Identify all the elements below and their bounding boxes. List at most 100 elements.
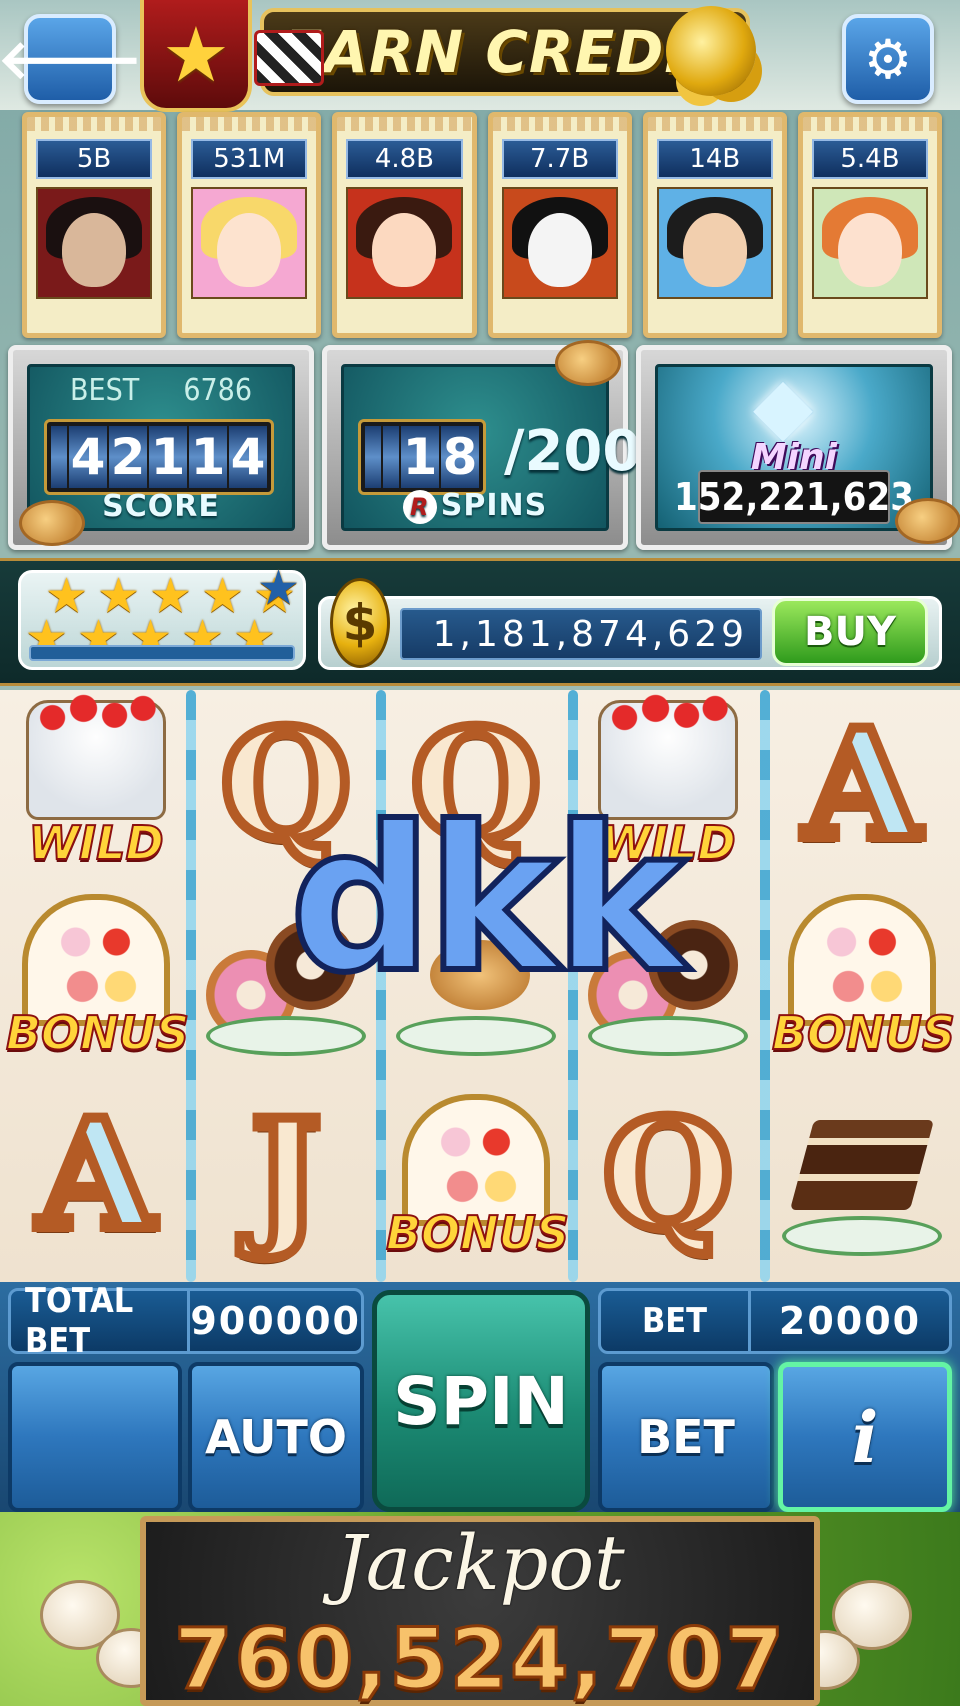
r-logo-icon: R [402, 490, 437, 524]
letter-a-symbol: A [772, 690, 952, 880]
wild-label: WILD [27, 815, 164, 871]
spins-counter: 1 8 [358, 419, 486, 495]
wild-cake-symbol: WILD [6, 690, 186, 880]
spins-label: SPINS [440, 488, 548, 523]
coin-pile-icon [666, 6, 756, 96]
score-digit: 2 [109, 426, 147, 488]
letter-a: A [33, 1082, 159, 1268]
mini-jackpot-value: 152,221,623 [674, 470, 914, 524]
settings-button[interactable]: ⚙ [842, 14, 934, 104]
bet-value: 20000 [778, 1299, 922, 1343]
player-credit: 7.7B [501, 139, 618, 179]
player-credit: 531M [191, 139, 308, 179]
blank-button[interactable] [8, 1362, 182, 1512]
player-credit: 5.4B [811, 139, 929, 179]
cake-slice-symbol [772, 1080, 952, 1270]
redhead-girl-avatar [811, 187, 929, 299]
spins-digit: 1 [401, 426, 439, 488]
jackpot-value: 760,524,707 [173, 1609, 786, 1706]
reel-divider [186, 690, 196, 1282]
player-card[interactable]: 14B [642, 112, 787, 338]
bonus-tea-stand-symbol: BONUS [5, 880, 190, 1070]
plate-icon [396, 1016, 556, 1056]
earn-credit-label: EARN CREDIT [282, 18, 728, 86]
player-card[interactable]: 531M [177, 112, 322, 338]
gear-icon: ⚙ [863, 27, 913, 91]
buy-button[interactable]: BUY [772, 598, 928, 666]
overlay-text: dkk [286, 781, 689, 1020]
diamond-icon: ◆ [753, 361, 813, 451]
plate-icon [206, 1016, 366, 1056]
jackpot-label: Jackpot [335, 1518, 625, 1607]
score-digit: 4 [69, 426, 107, 488]
spins-panel: 1 8 /200 R SPINS [322, 340, 641, 550]
auto-button[interactable]: AUTO [188, 1362, 364, 1512]
total-bet-value: 900000 [190, 1299, 361, 1343]
bet-button[interactable]: BET [598, 1362, 774, 1512]
bet-label: BET [601, 1291, 751, 1351]
cake-slice-icon [789, 1120, 935, 1210]
player-card[interactable]: 7.7B [487, 112, 632, 338]
bonus-tea-stand-symbol: BONUS [385, 1080, 570, 1270]
cookie-decoration [555, 340, 621, 386]
mini-jackpot-panel: ◆ Mini JACKPOT 152,221,623 [636, 345, 960, 550]
reel-divider [760, 690, 770, 1282]
spins-label-row: R SPINS [344, 488, 606, 524]
letter-j: J [246, 1082, 327, 1268]
spins-total: /200 [504, 419, 642, 484]
letter-q-symbol: Q [578, 1080, 758, 1270]
strawberries-icon [34, 690, 158, 736]
letter-a: A [799, 692, 925, 878]
spin-button[interactable]: SPIN [372, 1290, 590, 1512]
info-button[interactable]: i [778, 1362, 952, 1512]
player-credit: 14B [656, 139, 773, 179]
info-icon: i [851, 1395, 879, 1479]
letter-j-symbol: J [196, 1080, 376, 1270]
plate-icon [782, 1216, 942, 1256]
score-digit: 4 [229, 426, 267, 488]
cap-boy-avatar [656, 187, 773, 299]
dollar-coin-icon: $ [330, 578, 390, 668]
score-digit: 1 [189, 426, 227, 488]
star-rank-icon: ★ [161, 9, 231, 99]
plate-icon [588, 1016, 748, 1056]
rank-badge[interactable]: ★ [140, 0, 252, 112]
credits-value: 1,181,874,629 [400, 608, 762, 660]
blonde-girl-avatar [191, 187, 308, 299]
earn-credit-banner[interactable]: EARN CREDIT [254, 6, 756, 96]
score-counter: 4 2 1 1 4 [44, 419, 274, 495]
letter-q: Q [598, 1082, 739, 1268]
cookie-decoration [19, 500, 85, 546]
strawberries-icon [606, 690, 730, 736]
cookie-decoration [895, 498, 960, 544]
best-value: 6786 [183, 373, 252, 408]
player-card[interactable]: 4.8B [332, 112, 477, 338]
star-empty-icon: ★ [257, 560, 301, 616]
bonus-label: BONUS [5, 1005, 190, 1061]
player-card[interactable]: 5B [22, 112, 167, 338]
level-box[interactable]: ★ ★ ★ ★ ★ ★ ★ ★ ★ ★ ★ [18, 560, 306, 670]
player-card[interactable]: 5.4B [797, 112, 943, 338]
total-bet-label: TOTAL BET [11, 1281, 191, 1361]
back-arrow-icon: 🡐 [0, 27, 143, 91]
players-row: 5B 531M 4.8B 7.7B 14B 5.4B [22, 112, 943, 338]
bonus-label: BONUS [771, 1005, 956, 1061]
player-credit: 5B [36, 139, 153, 179]
bonus-label: BONUS [385, 1205, 570, 1261]
best-score: BEST 6786 [70, 373, 252, 408]
back-button[interactable]: 🡐 [0, 14, 142, 104]
score-digit: 1 [149, 426, 187, 488]
bet-display: BET 20000 [598, 1288, 952, 1354]
total-bet-display: TOTAL BET 900000 [8, 1281, 364, 1361]
vampire-avatar [36, 187, 153, 299]
letter-a-symbol: A [6, 1080, 186, 1270]
panda-avatar [501, 187, 618, 299]
best-label: BEST [70, 373, 140, 408]
player-credit: 4.8B [346, 139, 463, 179]
clapperboard-icon [254, 30, 324, 86]
xp-progress-bar [29, 645, 295, 661]
spins-digit: 8 [441, 426, 479, 488]
score-panel: BEST 6786 4 2 1 1 4 SCORE [8, 345, 314, 550]
bonus-tea-stand-symbol: BONUS [771, 880, 956, 1070]
red-dancer-avatar [346, 187, 463, 299]
